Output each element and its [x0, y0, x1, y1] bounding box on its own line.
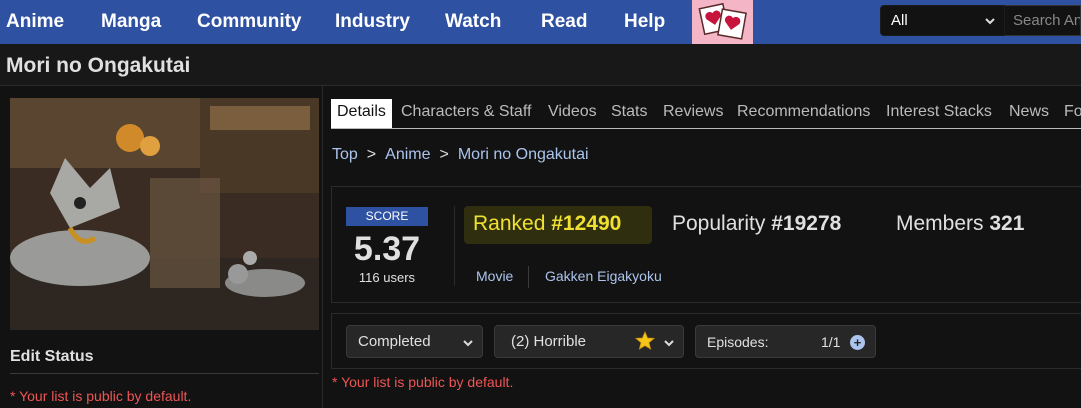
tab-interest-stacks[interactable]: Interest Stacks: [880, 99, 998, 128]
score-label: SCORE: [346, 207, 428, 226]
title-bar: Mori no Ongakutai: [0, 44, 1081, 86]
divider: [528, 266, 529, 288]
detail-tabs: Details Characters & Staff Videos Stats …: [331, 99, 1081, 129]
status-value: Completed: [358, 333, 431, 350]
breadcrumb-separator: >: [366, 146, 377, 163]
status-select[interactable]: Completed: [346, 325, 483, 358]
star-icon: [635, 331, 655, 350]
episodes-value: 1/1: [821, 334, 841, 350]
tab-forum[interactable]: Fo: [1058, 99, 1081, 128]
edit-status-heading: Edit Status: [10, 348, 94, 365]
increment-episode-icon[interactable]: +: [850, 335, 865, 350]
breadcrumb-top[interactable]: Top: [332, 146, 358, 163]
tab-characters-staff[interactable]: Characters & Staff: [395, 99, 537, 128]
top-navigation-bar: Anime Manga Community Industry Watch Rea…: [0, 0, 1081, 44]
nav-anime[interactable]: Anime: [6, 11, 64, 33]
search-category-value: All: [891, 12, 908, 29]
tab-stats[interactable]: Stats: [605, 99, 653, 128]
stats-panel: [331, 186, 1081, 303]
divider: [10, 373, 319, 374]
nav-read[interactable]: Read: [541, 11, 587, 33]
type-link[interactable]: Movie: [476, 268, 513, 284]
tab-videos[interactable]: Videos: [542, 99, 603, 128]
score-value: 5.37: [353, 230, 421, 268]
breadcrumb: Top > Anime > Mori no Ongakutai: [332, 146, 589, 164]
chevron-down-icon: [985, 18, 995, 25]
rating-select[interactable]: (2) Horrible: [494, 325, 684, 358]
ranked-stat: Ranked #12490: [473, 212, 621, 236]
anime-poster-image[interactable]: [10, 98, 319, 330]
tab-details[interactable]: Details: [331, 99, 392, 128]
search-input[interactable]: Search An: [1005, 5, 1081, 36]
ranked-label: Ranked: [473, 212, 546, 235]
left-sidebar: Edit Status * Your list is public by def…: [0, 86, 323, 408]
breadcrumb-current[interactable]: Mori no Ongakutai: [458, 146, 589, 163]
popularity-stat: Popularity #19278: [672, 212, 841, 236]
members-label: Members: [896, 212, 984, 235]
members-value: 321: [989, 212, 1025, 235]
tab-reviews[interactable]: Reviews: [657, 99, 729, 128]
search-category-select[interactable]: All: [880, 5, 1005, 36]
search-bar: All Search An: [880, 5, 1081, 36]
popularity-label: Popularity: [672, 212, 766, 235]
nav-industry[interactable]: Industry: [335, 11, 410, 33]
episodes-label: Episodes:: [707, 334, 769, 350]
nav-community[interactable]: Community: [197, 11, 302, 33]
divider: [454, 206, 455, 286]
rating-value: (2) Horrible: [511, 333, 587, 350]
members-stat: Members 321: [896, 212, 1024, 236]
episodes-counter: Episodes: 1/1 +: [695, 325, 876, 358]
tab-recommendations[interactable]: Recommendations: [731, 99, 876, 128]
promo-hearts-icon[interactable]: [692, 0, 753, 44]
nav-watch[interactable]: Watch: [445, 11, 501, 33]
list-public-note: * Your list is public by default.: [332, 374, 514, 390]
studio-link[interactable]: Gakken Eigakyoku: [545, 268, 662, 284]
nav-manga[interactable]: Manga: [101, 11, 161, 33]
tab-news[interactable]: News: [1003, 99, 1055, 128]
chevron-down-icon: [463, 340, 473, 347]
nav-help[interactable]: Help: [624, 11, 665, 33]
popularity-value: #19278: [771, 212, 842, 235]
score-users: 116 users: [358, 270, 416, 285]
breadcrumb-separator: >: [439, 146, 449, 163]
chevron-down-icon: [664, 340, 674, 347]
breadcrumb-anime[interactable]: Anime: [385, 146, 430, 163]
list-public-note: * Your list is public by default.: [10, 388, 192, 404]
ranked-value: #12490: [551, 212, 622, 235]
page-title: Mori no Ongakutai: [6, 54, 191, 77]
